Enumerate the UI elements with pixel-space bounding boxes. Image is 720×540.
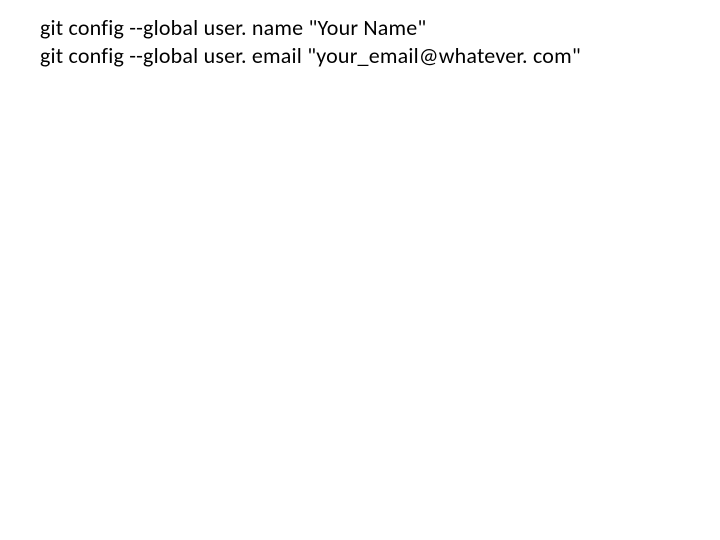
code-line-2: git config --global user. email "your_em… [40, 42, 680, 70]
code-line-1: git config --global user. name "Your Nam… [40, 14, 680, 42]
slide-content: git config --global user. name "Your Nam… [0, 0, 720, 83]
